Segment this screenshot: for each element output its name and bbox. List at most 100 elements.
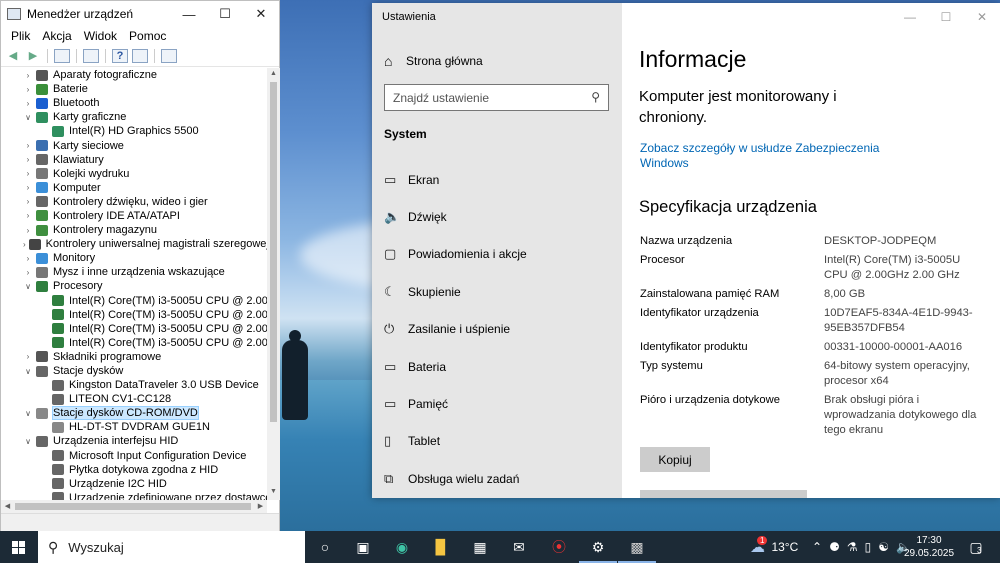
scroll-thumb[interactable] <box>270 82 277 422</box>
horizontal-scrollbar[interactable]: ◀ ▶ <box>1 500 267 513</box>
spec-value[interactable]: Intel(R) Core(TM) i3-5005U CPU @ 2.00GHz… <box>824 253 984 283</box>
tree-node[interactable]: › Kolejki wydruku <box>1 167 267 181</box>
tray-app-icon[interactable]: ⚈ <box>829 540 840 554</box>
tree-node[interactable]: › Komputer <box>1 181 267 195</box>
nav-item-6[interactable]: ▭ Pamięć <box>372 385 622 422</box>
nav-item-4[interactable]: ⏻ Zasilanie i uśpienie <box>372 311 622 348</box>
tree-node[interactable]: Urządzenie I2C HID <box>1 477 267 491</box>
menu-file[interactable]: Plik <box>5 29 36 43</box>
settings-close-button[interactable]: ✕ <box>964 3 1000 31</box>
tree-node[interactable]: HL-DT-ST DVDRAM GUE1N <box>1 420 267 434</box>
expand-chevron-down-icon[interactable]: ∨ <box>23 409 33 418</box>
device-manager-taskbar-icon[interactable]: ▩ <box>618 536 656 563</box>
tree-node[interactable]: Intel(R) Core(TM) i3-5005U CPU @ 2.00GHz <box>1 322 267 336</box>
settings-gear-icon[interactable]: ⚙ <box>579 536 617 563</box>
tree-node[interactable]: › Kontrolery dźwięku, wideo i gier <box>1 195 267 209</box>
expand-chevron-right-icon[interactable]: › <box>23 141 33 150</box>
tree-node[interactable]: ∨ Procesory <box>1 279 267 293</box>
app-red-icon[interactable]: ⦿ <box>548 536 570 558</box>
expand-chevron-right-icon[interactable]: › <box>23 240 26 249</box>
maximize-button[interactable]: ☐ <box>207 1 243 27</box>
tree-node[interactable]: › Monitory <box>1 251 267 265</box>
home-link[interactable]: ⌂ Strona główna <box>384 51 483 71</box>
forward-arrow-icon[interactable]: ▶ <box>25 49 41 63</box>
expand-chevron-down-icon[interactable]: ∨ <box>23 113 33 122</box>
spec-value[interactable]: 10D7EAF5-834A-4E1D-9943-95EB357DFB54 <box>824 306 984 336</box>
properties-icon[interactable] <box>83 48 99 63</box>
show-hidden-icons-icon[interactable]: ⌃ <box>812 540 822 554</box>
nav-item-2[interactable]: ▢ Powiadomienia i akcje <box>372 236 622 273</box>
spec-value[interactable]: 00331-10000-00001-AA016 <box>824 340 984 355</box>
tree-node[interactable]: Microsoft Input Configuration Device <box>1 449 267 463</box>
tree-node[interactable]: › Aparaty fotograficzne <box>1 68 267 82</box>
expand-chevron-right-icon[interactable]: › <box>23 71 33 80</box>
tree-node[interactable]: › Baterie <box>1 82 267 96</box>
cortana-icon[interactable]: ○ <box>314 536 336 558</box>
security-details-link[interactable]: Zobacz szczegóły w usłudze Zabezpieczeni… <box>640 141 880 171</box>
power-plug-icon[interactable]: ⚗ <box>847 540 858 554</box>
expand-chevron-right-icon[interactable]: › <box>23 254 33 263</box>
start-button[interactable] <box>0 531 37 563</box>
menu-help[interactable]: Pomoc <box>123 29 172 43</box>
nav-item-1[interactable]: 🔈 Dźwięk <box>372 198 622 235</box>
nav-item-0[interactable]: ▭ Ekran <box>372 161 622 198</box>
tree-node[interactable]: Intel(R) Core(TM) i3-5005U CPU @ 2.00GHz <box>1 294 267 308</box>
mail-icon[interactable]: ✉ <box>508 536 530 558</box>
menu-view[interactable]: Widok <box>78 29 123 43</box>
expand-chevron-right-icon[interactable]: › <box>23 211 33 220</box>
taskbar-search-box[interactable]: ⚲ Wyszukaj <box>38 531 305 563</box>
tree-node[interactable]: › Kontrolery uniwersalnej magistrali szer… <box>1 237 267 251</box>
expand-chevron-right-icon[interactable]: › <box>23 183 33 192</box>
tree-node[interactable]: › Karty sieciowe <box>1 138 267 152</box>
view-icon[interactable] <box>132 48 148 63</box>
expand-chevron-down-icon[interactable]: ∨ <box>23 367 33 376</box>
expand-chevron-right-icon[interactable]: › <box>23 155 33 164</box>
wifi-icon[interactable]: ☯ <box>878 540 889 554</box>
weather-widget[interactable]: ☁ 1 13°C <box>750 531 798 563</box>
tree-node[interactable]: ∨ Stacje dysków <box>1 364 267 378</box>
next-button-partial[interactable] <box>640 490 807 498</box>
tree-node[interactable]: Płytka dotykowa zgodna z HID <box>1 463 267 477</box>
tree-node[interactable]: Kingston DataTraveler 3.0 USB Device <box>1 378 267 392</box>
menu-action[interactable]: Akcja <box>36 29 77 43</box>
tree-node[interactable]: › Klawiatury <box>1 153 267 167</box>
help-icon[interactable]: ? <box>112 48 128 63</box>
tree-node[interactable]: Intel(R) Core(TM) i3-5005U CPU @ 2.00GHz <box>1 336 267 350</box>
tree-node[interactable]: › Mysz i inne urządzenia wskazujące <box>1 265 267 279</box>
expand-chevron-down-icon[interactable]: ∨ <box>23 437 33 446</box>
tree-node[interactable]: › Bluetooth <box>1 96 267 110</box>
back-arrow-icon[interactable]: ◀ <box>5 49 21 63</box>
hscroll-thumb[interactable] <box>15 503 251 510</box>
expand-chevron-right-icon[interactable]: › <box>23 226 33 235</box>
spec-value[interactable]: 64-bitowy system operacyjny, procesor x6… <box>824 359 984 389</box>
expand-chevron-right-icon[interactable]: › <box>23 197 33 206</box>
expand-chevron-down-icon[interactable]: ∨ <box>23 282 33 291</box>
microsoft-store-icon[interactable]: ▦ <box>469 536 491 558</box>
settings-search-input[interactable]: Znajdź ustawienie ⚲ <box>384 84 609 111</box>
tree-node[interactable]: › Składniki programowe <box>1 350 267 364</box>
spec-value[interactable]: DESKTOP-JODPEQM <box>824 234 984 249</box>
tree-node[interactable]: ∨ Karty graficzne <box>1 110 267 124</box>
scan-hardware-icon[interactable] <box>161 48 177 63</box>
show-hide-tree-icon[interactable] <box>54 48 70 63</box>
expand-chevron-right-icon[interactable]: › <box>23 169 33 178</box>
expand-chevron-right-icon[interactable]: › <box>23 85 33 94</box>
expand-chevron-right-icon[interactable]: › <box>23 352 33 361</box>
tree-node[interactable]: › Kontrolery IDE ATA/ATAPI <box>1 209 267 223</box>
action-center-icon[interactable]: ▢ 3 <box>965 536 987 558</box>
edge-icon[interactable]: ◉ <box>391 536 413 558</box>
nav-item-7[interactable]: ▯ Tablet <box>372 423 622 460</box>
tree-node[interactable]: ∨ Stacje dysków CD-ROM/DVD <box>1 406 267 421</box>
spec-value[interactable]: 8,00 GB <box>824 287 984 302</box>
nav-item-5[interactable]: ▭ Bateria <box>372 348 622 385</box>
tree-node[interactable]: Intel(R) Core(TM) i3-5005U CPU @ 2.00GHz <box>1 308 267 322</box>
expand-chevron-right-icon[interactable]: › <box>23 99 33 108</box>
battery-icon[interactable]: ▯ <box>865 540 872 554</box>
tree-node[interactable]: ∨ Urządzenia interfejsu HID <box>1 434 267 448</box>
minimize-button[interactable]: — <box>171 1 207 27</box>
settings-maximize-button[interactable]: ☐ <box>928 3 964 31</box>
task-view-icon[interactable]: ▣ <box>352 536 374 558</box>
nav-item-8[interactable]: ⧉ Obsługa wielu zadań <box>372 460 622 497</box>
clock[interactable]: 17:30 29.05.2025 <box>900 534 958 560</box>
vertical-scrollbar[interactable]: ▲ ▼ <box>267 68 280 500</box>
